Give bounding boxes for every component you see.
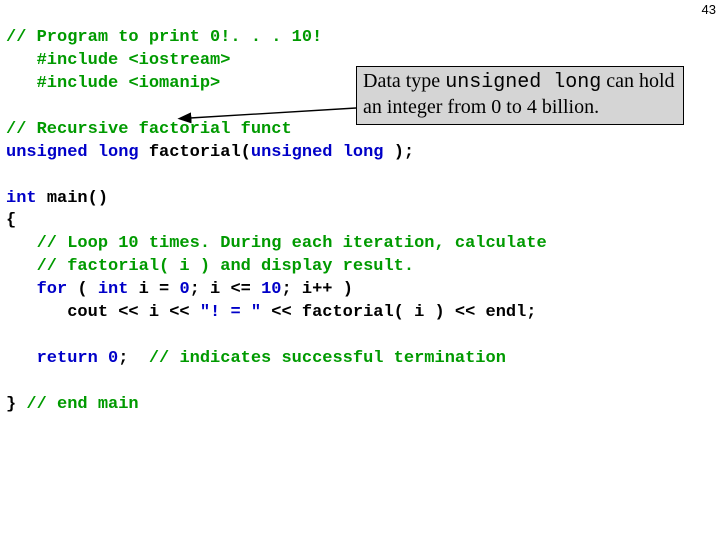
code-line bbox=[6, 166, 16, 185]
punct: ( bbox=[77, 280, 87, 299]
brace: { bbox=[6, 211, 16, 230]
number: 0 bbox=[108, 349, 118, 368]
callout-box: Data type unsigned long can hold an inte… bbox=[356, 66, 684, 125]
page-number: 43 bbox=[702, 2, 716, 17]
punct: ; i++ ) bbox=[281, 280, 352, 299]
keyword: int bbox=[6, 189, 37, 208]
header-name: <iostream> bbox=[128, 51, 230, 70]
comment: // end main bbox=[26, 395, 138, 414]
comment: // Loop 10 times. During each iteration,… bbox=[37, 234, 547, 253]
identifier: cout << i << bbox=[67, 303, 189, 322]
identifier: factorial( bbox=[149, 143, 251, 162]
code-line: // Program to print 0!. . . 10! bbox=[6, 28, 322, 47]
code-line: unsigned long factorial(unsigned long ); bbox=[6, 143, 414, 162]
preprocessor: #include bbox=[37, 51, 129, 70]
comment: // indicates successful termination bbox=[149, 349, 506, 368]
code-line bbox=[6, 326, 16, 345]
comment: // Program to print 0!. . . 10! bbox=[6, 28, 322, 47]
punct: ; bbox=[118, 349, 128, 368]
code-line: // factorial( i ) and display result. bbox=[6, 257, 414, 276]
code-line: return 0; // indicates successful termin… bbox=[6, 349, 506, 368]
punct: ); bbox=[394, 143, 414, 162]
code-line: // Recursive factorial funct bbox=[6, 120, 292, 139]
callout-text: Data type bbox=[363, 70, 445, 92]
identifier: << factorial( i ) << endl; bbox=[271, 303, 536, 322]
comment: // Recursive factorial funct bbox=[6, 120, 292, 139]
keyword: long bbox=[343, 143, 384, 162]
code-line: } // end main bbox=[6, 395, 139, 414]
number: 10 bbox=[261, 280, 281, 299]
keyword: unsigned bbox=[6, 143, 88, 162]
code-line: // Loop 10 times. During each iteration,… bbox=[6, 234, 547, 253]
preprocessor: #include bbox=[37, 74, 129, 93]
code-line: #include <iostream> bbox=[6, 51, 230, 70]
keyword: return bbox=[37, 349, 98, 368]
keyword: unsigned bbox=[251, 143, 333, 162]
brace: } bbox=[6, 395, 16, 414]
code-line: int main() bbox=[6, 189, 108, 208]
code-line: cout << i << "! = " << factorial( i ) <<… bbox=[6, 303, 537, 322]
header-name: <iomanip> bbox=[128, 74, 220, 93]
keyword: long bbox=[98, 143, 139, 162]
keyword: int bbox=[98, 280, 129, 299]
string: "! = " bbox=[200, 303, 261, 322]
code-line: { bbox=[6, 211, 16, 230]
comment: // factorial( i ) and display result. bbox=[37, 257, 414, 276]
identifier: i = bbox=[139, 280, 170, 299]
keyword: for bbox=[37, 280, 68, 299]
punct: ; i <= bbox=[190, 280, 251, 299]
code-line bbox=[6, 97, 16, 116]
number: 0 bbox=[179, 280, 189, 299]
code-line bbox=[6, 372, 16, 391]
code-line: #include <iomanip> bbox=[6, 74, 220, 93]
code-line: for ( int i = 0; i <= 10; i++ ) bbox=[6, 280, 353, 299]
callout-mono: unsigned long bbox=[445, 71, 601, 94]
identifier: main() bbox=[47, 189, 108, 208]
